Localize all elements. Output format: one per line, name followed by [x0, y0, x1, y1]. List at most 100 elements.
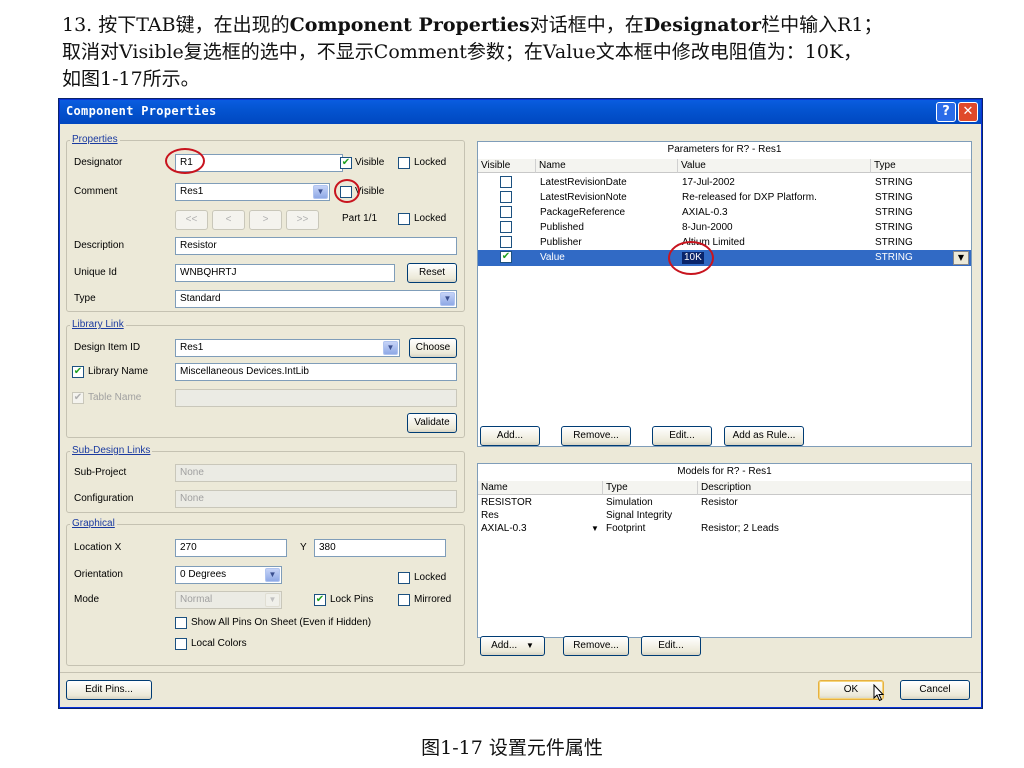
models-table: Models for R? - Res1 Name Type Descripti…	[477, 463, 972, 638]
designator-visible-checkbox[interactable]: ✔	[340, 157, 352, 169]
description-input[interactable]: Resistor	[175, 237, 457, 255]
model-add-button[interactable]: Add... ▼	[480, 636, 545, 656]
design-item-dropdown[interactable]: Res1 ▼	[175, 339, 400, 357]
chevron-down-icon[interactable]: ▼	[591, 523, 599, 535]
design-item-label: Design Item ID	[74, 342, 141, 353]
comment-value: Res1	[180, 186, 204, 197]
chevron-down-icon[interactable]: ▼	[265, 593, 280, 607]
library-name-input[interactable]: Miscellaneous Devices.IntLib	[175, 363, 457, 381]
param-visible-checkbox[interactable]	[500, 176, 512, 188]
col-header-description[interactable]: Description	[698, 481, 971, 495]
help-button[interactable]: ?	[936, 102, 956, 122]
sub-project-label: Sub-Project	[74, 467, 127, 478]
param-type: STRING	[875, 177, 913, 188]
properties-group-title: Properties	[70, 134, 120, 145]
type-label: Type	[74, 293, 96, 304]
show-all-pins-checkbox[interactable]	[175, 617, 187, 629]
instruction-text: 栏中输入R1；	[761, 14, 883, 36]
library-name-label: Library Name	[88, 366, 149, 377]
nav-first-button[interactable]: <<	[175, 210, 208, 230]
chevron-down-icon[interactable]: ▼	[953, 251, 969, 265]
chevron-down-icon[interactable]: ▼	[383, 341, 398, 355]
edit-pins-button[interactable]: Edit Pins...	[66, 680, 152, 700]
param-visible-checkbox[interactable]	[500, 221, 512, 233]
cancel-button[interactable]: Cancel	[900, 680, 970, 700]
param-visible-checkbox[interactable]	[500, 191, 512, 203]
location-x-input[interactable]: 270	[175, 539, 287, 557]
instruction-line-1: 13. 按下TAB键，在出现的Component Properties对话框中，…	[62, 10, 882, 37]
configuration-input[interactable]: None	[175, 490, 457, 508]
close-button[interactable]: ✕	[958, 102, 978, 122]
param-visible-checkbox[interactable]	[500, 236, 512, 248]
reset-button[interactable]: Reset	[407, 263, 457, 283]
param-value: Altium Limited	[682, 237, 745, 248]
comment-dropdown[interactable]: Res1 ▼	[175, 183, 330, 201]
col-header-value[interactable]: Value	[678, 159, 871, 173]
type-dropdown[interactable]: Standard ▼	[175, 290, 457, 308]
designator-locked-checkbox[interactable]	[398, 157, 410, 169]
model-edit-button[interactable]: Edit...	[641, 636, 701, 656]
sub-project-input[interactable]: None	[175, 464, 457, 482]
param-name: Publisher	[540, 237, 582, 248]
parameters-title: Parameters for R? - Res1	[667, 144, 782, 155]
param-add-button[interactable]: Add...	[480, 426, 540, 446]
chevron-down-icon[interactable]: ▼	[313, 185, 328, 199]
param-remove-button[interactable]: Remove...	[561, 426, 631, 446]
unique-id-label: Unique Id	[74, 267, 117, 278]
param-type: STRING	[875, 252, 913, 263]
location-y-input[interactable]: 380	[314, 539, 446, 557]
table-name-input[interactable]	[175, 389, 457, 407]
comment-visible-checkbox[interactable]	[340, 186, 352, 198]
param-name: LatestRevisionNote	[540, 192, 627, 203]
model-description: Resistor	[701, 497, 738, 508]
model-remove-button[interactable]: Remove...	[563, 636, 629, 656]
table-name-label: Table Name	[88, 392, 142, 403]
part-label: Part 1/1	[342, 213, 378, 224]
model-add-label: Add...	[491, 640, 518, 651]
table-row-selected[interactable]: ✔ Value 10K STRING ▼	[478, 250, 971, 266]
orientation-value: 0 Degrees	[180, 569, 227, 580]
title-bar[interactable]: Component Properties ? ✕	[60, 100, 981, 124]
col-header-type[interactable]: Type	[603, 481, 698, 495]
designator-locked-label: Locked	[414, 157, 447, 168]
mode-dropdown[interactable]: Normal ▼	[175, 591, 282, 609]
param-value: 17-Jul-2002	[682, 177, 735, 188]
table-name-checkbox[interactable]: ✔	[72, 392, 84, 404]
comment-visible-label: Visible	[355, 186, 385, 197]
orientation-dropdown[interactable]: 0 Degrees ▼	[175, 566, 282, 584]
model-type: Signal Integrity	[606, 510, 673, 521]
part-locked-label: Locked	[414, 213, 447, 224]
local-colors-checkbox[interactable]	[175, 638, 187, 650]
nav-next-button[interactable]: >	[249, 210, 282, 230]
chevron-down-icon[interactable]: ▼	[265, 568, 280, 582]
lock-pins-checkbox[interactable]: ✔	[314, 594, 326, 606]
col-header-visible[interactable]: Visible	[478, 159, 536, 173]
mirrored-checkbox[interactable]	[398, 594, 410, 606]
graphical-locked-checkbox[interactable]	[398, 572, 410, 584]
chevron-down-icon[interactable]: ▼	[440, 292, 455, 306]
param-visible-checkbox[interactable]: ✔	[500, 251, 512, 263]
param-name: Published	[540, 222, 584, 233]
designator-input[interactable]: R1	[175, 154, 343, 172]
part-locked-checkbox[interactable]	[398, 213, 410, 225]
add-as-rule-button[interactable]: Add as Rule...	[724, 426, 804, 446]
choose-button[interactable]: Choose	[409, 338, 457, 358]
nav-prev-button[interactable]: <	[212, 210, 245, 230]
unique-id-input[interactable]: WNBQHRTJ	[175, 264, 395, 282]
col-header-type[interactable]: Type	[871, 159, 971, 173]
col-header-name[interactable]: Name	[536, 159, 678, 173]
validate-button[interactable]: Validate	[407, 413, 457, 433]
library-name-checkbox[interactable]: ✔	[72, 366, 84, 378]
description-label: Description	[74, 240, 125, 251]
type-value: Standard	[180, 293, 221, 304]
mode-label: Mode	[74, 594, 100, 605]
param-type: STRING	[875, 192, 913, 203]
param-type: STRING	[875, 237, 913, 248]
param-edit-button[interactable]: Edit...	[652, 426, 712, 446]
chevron-down-icon[interactable]: ▼	[526, 641, 534, 650]
param-visible-checkbox[interactable]	[500, 206, 512, 218]
param-value[interactable]: 10K	[682, 252, 704, 264]
nav-last-button[interactable]: >>	[286, 210, 319, 230]
col-header-name[interactable]: Name	[478, 481, 603, 495]
location-label: Location X	[74, 542, 122, 553]
